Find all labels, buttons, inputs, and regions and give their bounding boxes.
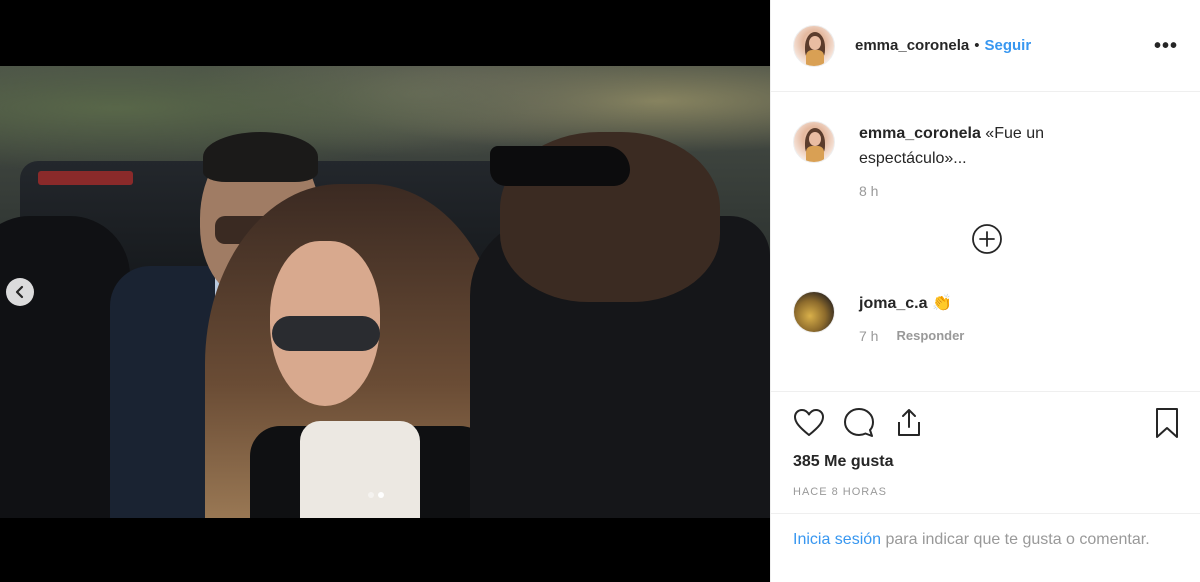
comment-time[interactable]: 8 h xyxy=(859,183,878,199)
author-avatar[interactable] xyxy=(793,24,835,67)
login-prompt-text: para indicar que te gusta o comentar. xyxy=(881,531,1150,548)
chevron-left-icon xyxy=(15,285,24,299)
comment-avatar[interactable] xyxy=(793,291,835,333)
comment-button[interactable] xyxy=(841,405,877,441)
comment-username[interactable]: emma_coronela xyxy=(859,125,981,142)
speech-bubble-icon xyxy=(844,408,874,437)
follow-button[interactable]: Seguir xyxy=(985,37,1032,54)
post-timestamp[interactable]: HACE 8 HORAS xyxy=(793,486,887,498)
comments-section: emma_coronela «Fue un espectáculo»... 8 … xyxy=(771,93,1200,390)
comment-meta: 7 h Responder xyxy=(859,328,1089,344)
comment-avatar[interactable] xyxy=(793,121,835,163)
share-button[interactable] xyxy=(891,405,927,441)
author-username[interactable]: emma_coronela xyxy=(855,37,969,54)
clapping-hands-emoji: 👏 xyxy=(931,295,952,312)
post-actions: 385 Me gusta HACE 8 HORAS xyxy=(771,391,1200,513)
comment-text: joma_c.a 👏 xyxy=(859,291,1089,316)
save-button[interactable] xyxy=(1149,405,1185,441)
action-icons-row xyxy=(791,405,1183,441)
post-side-panel: emma_coronela • Seguir ••• emma_coronela… xyxy=(770,0,1200,582)
post-header: emma_coronela • Seguir ••• xyxy=(771,0,1200,92)
comment-text: emma_coronela «Fue un espectáculo»... xyxy=(859,121,1089,171)
bookmark-icon xyxy=(1156,408,1178,438)
comment-username[interactable]: joma_c.a xyxy=(859,295,927,312)
post-media xyxy=(0,0,770,582)
separator-dot: • xyxy=(974,37,980,54)
carousel-dot xyxy=(378,492,384,498)
carousel-prev-button[interactable] xyxy=(6,278,34,306)
login-link[interactable]: Inicia sesión xyxy=(793,531,881,548)
reply-button[interactable]: Responder xyxy=(896,328,964,344)
comment-meta: 8 h xyxy=(859,183,1089,199)
likes-count[interactable]: 385 Me gusta xyxy=(793,453,893,471)
share-icon xyxy=(898,409,920,436)
like-button[interactable] xyxy=(791,405,827,441)
caption-comment: emma_coronela «Fue un espectáculo»... 8 … xyxy=(793,121,1089,199)
plus-circle-icon xyxy=(972,224,1002,254)
comment-time[interactable]: 7 h xyxy=(859,328,878,344)
load-more-comments-button[interactable] xyxy=(971,223,1003,255)
more-options-icon[interactable]: ••• xyxy=(1154,36,1178,56)
login-prompt: Inicia sesión para indicar que te gusta … xyxy=(771,513,1200,582)
heart-icon xyxy=(794,409,824,436)
carousel-dot xyxy=(368,492,374,498)
comment-item: joma_c.a 👏 7 h Responder xyxy=(793,291,1089,344)
post-photo xyxy=(0,66,770,518)
carousel-indicator xyxy=(368,492,384,498)
